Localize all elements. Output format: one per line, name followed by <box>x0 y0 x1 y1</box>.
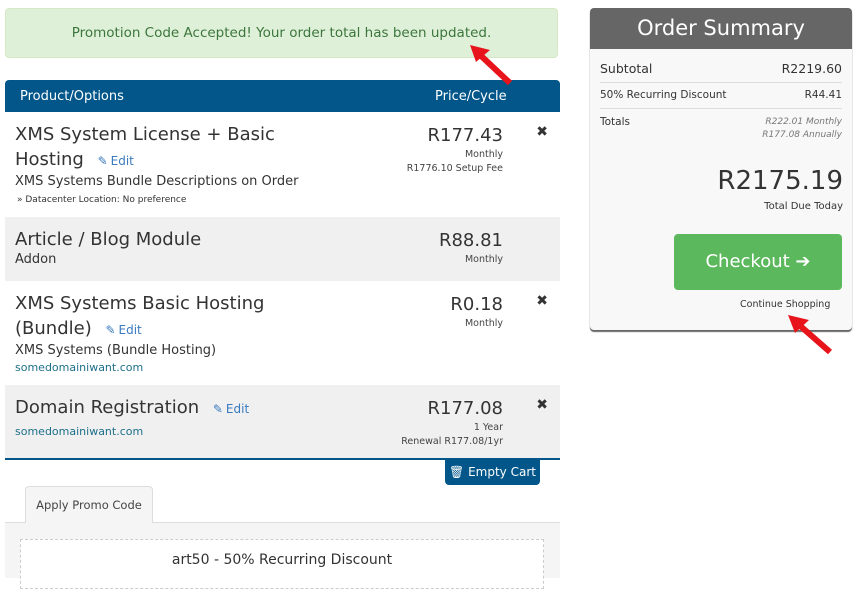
arrow-annotation-alert <box>470 45 513 86</box>
tab-apply-promo-code[interactable]: Apply Promo Code <box>25 486 153 523</box>
arrow-annotation-continue <box>788 315 832 355</box>
